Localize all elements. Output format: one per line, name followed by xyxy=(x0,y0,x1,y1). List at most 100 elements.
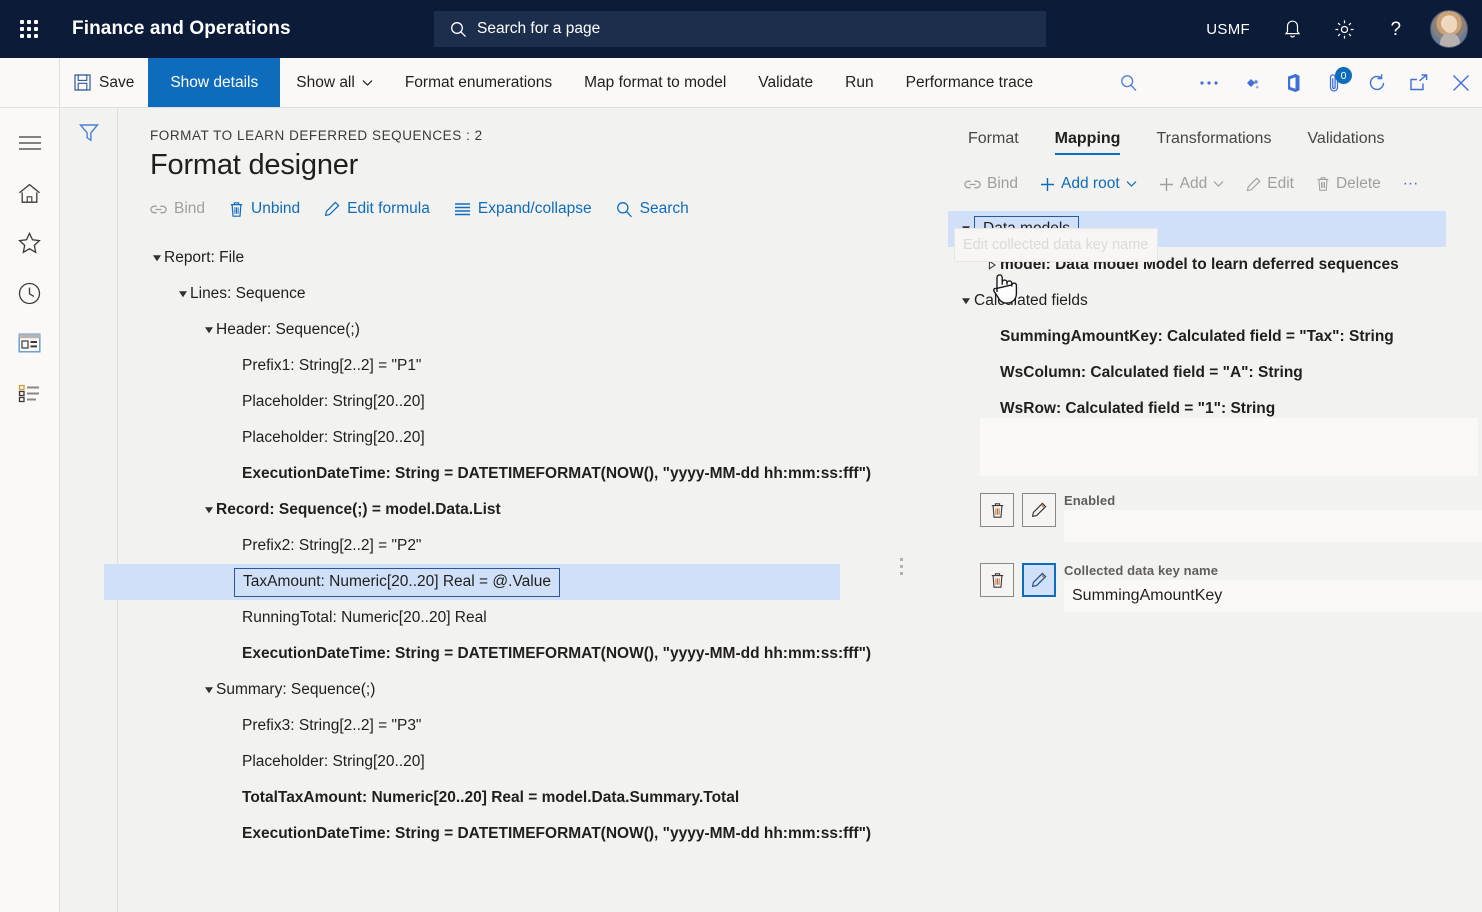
edit-formula-button[interactable]: Edit formula xyxy=(324,200,430,218)
content-area: FORMAT TO LEARN DEFERRED SEQUENCES : 2 F… xyxy=(118,108,1482,912)
mapping-tree-node[interactable]: SummingAmountKey: Calculated field = "Ta… xyxy=(948,319,1482,355)
overflow-menu-button[interactable] xyxy=(1188,58,1230,108)
show-details-button[interactable]: Show details xyxy=(148,58,280,107)
filter-button[interactable] xyxy=(78,122,100,144)
chevron-down-icon[interactable] xyxy=(958,224,974,234)
mapping-edit-button[interactable]: Edit xyxy=(1236,173,1304,195)
delete-enabled-button[interactable] xyxy=(980,493,1014,527)
settings-button[interactable] xyxy=(1318,0,1370,58)
action-pane-right-icons: 0 xyxy=(1108,58,1482,108)
format-tree-node[interactable]: Placeholder: String[20..20] xyxy=(150,420,940,456)
mapping-tree: Data modelsmodel: Data model Model to le… xyxy=(940,211,1482,427)
format-enumerations-button[interactable]: Format enumerations xyxy=(389,58,568,107)
format-tree-node[interactable]: Prefix2: String[2..2] = "P2" xyxy=(150,528,940,564)
tab-format[interactable]: Format xyxy=(950,122,1037,155)
tree-search-button[interactable]: Search xyxy=(616,200,689,218)
search-input[interactable] xyxy=(477,20,1017,38)
chevron-right-icon[interactable] xyxy=(984,260,1000,270)
office-button[interactable] xyxy=(1272,58,1314,108)
office-icon xyxy=(1284,73,1302,93)
avatar[interactable] xyxy=(1430,10,1468,48)
mapping-tree-node-selected[interactable]: Data models xyxy=(948,211,1446,247)
format-tree-node[interactable]: ExecutionDateTime: String = DATETIMEFORM… xyxy=(150,636,940,672)
mapping-delete-button[interactable]: Delete xyxy=(1306,173,1391,195)
chevron-down-icon[interactable] xyxy=(150,253,164,263)
refresh-button[interactable] xyxy=(1356,58,1398,108)
close-button[interactable] xyxy=(1440,58,1482,108)
format-tree-node[interactable]: TotalTaxAmount: Numeric[20..20] Real = m… xyxy=(150,780,940,816)
company-selector[interactable]: USMF xyxy=(1190,0,1266,58)
format-tree-node-label: ExecutionDateTime: String = DATETIMEFORM… xyxy=(242,645,871,663)
open-in-new-window-button[interactable] xyxy=(1398,58,1440,108)
global-search[interactable] xyxy=(434,11,1046,47)
app-launcher-button[interactable] xyxy=(0,0,58,58)
chevron-down-icon[interactable] xyxy=(176,289,190,299)
unbind-button[interactable]: Unbind xyxy=(229,200,300,218)
mapping-bind-button[interactable]: Bind xyxy=(954,173,1028,195)
expand-collapse-button[interactable]: Expand/collapse xyxy=(454,200,592,218)
format-tree-node[interactable]: Prefix3: String[2..2] = "P3" xyxy=(150,708,940,744)
mapping-tree-node[interactable]: model: Data model Model to learn deferre… xyxy=(948,247,1482,283)
sidebar-item-home[interactable] xyxy=(0,168,60,218)
pencil-icon xyxy=(324,201,340,217)
format-tree-node[interactable]: Record: Sequence(;) = model.Data.List xyxy=(150,492,940,528)
bind-button[interactable]: Bind xyxy=(150,200,205,218)
format-tree-node[interactable]: Report: File xyxy=(150,240,940,276)
notifications-button[interactable] xyxy=(1266,0,1318,58)
run-button[interactable]: Run xyxy=(829,58,889,107)
mapping-tree-node[interactable]: Calculated fields xyxy=(948,283,1482,319)
enabled-input[interactable] xyxy=(1064,510,1482,542)
sidebar-item-hamburger[interactable] xyxy=(0,118,60,168)
expand-collapse-label: Expand/collapse xyxy=(478,200,592,218)
format-tree-node[interactable]: Prefix1: String[2..2] = "P1" xyxy=(150,348,940,384)
chevron-down-icon[interactable] xyxy=(202,325,216,335)
format-tree-node[interactable]: RunningTotal: Numeric[20..20] Real xyxy=(150,600,940,636)
find-button[interactable] xyxy=(1108,58,1150,108)
performance-trace-button[interactable]: Performance trace xyxy=(890,58,1050,107)
format-tree-node-label: Placeholder: String[20..20] xyxy=(242,753,425,771)
format-tree-node-selected[interactable]: TaxAmount: Numeric[20..20] Real = @.Valu… xyxy=(104,564,840,600)
mapping-tabs: FormatMappingTransformationsValidations xyxy=(940,122,1482,155)
format-tree-node-label: Summary: Sequence(;) xyxy=(216,681,375,699)
chevron-down-icon[interactable] xyxy=(202,685,216,695)
search-icon xyxy=(450,21,467,38)
format-tree-node-label: Report: File xyxy=(164,249,244,267)
unbind-label: Unbind xyxy=(251,200,300,218)
mapping-overflow-button[interactable]: ··· xyxy=(1393,173,1429,195)
sidebar-item-favorites[interactable] xyxy=(0,218,60,268)
edit-collected-data-key-button[interactable] xyxy=(1022,563,1056,597)
attachments-button[interactable]: 0 xyxy=(1314,58,1356,108)
format-tree-node[interactable]: Header: Sequence(;) xyxy=(150,312,940,348)
mapping-tree-node[interactable]: WsColumn: Calculated field = "A": String xyxy=(948,355,1482,391)
tab-mapping[interactable]: Mapping xyxy=(1037,122,1139,155)
format-tree-node[interactable]: ExecutionDateTime: String = DATETIMEFORM… xyxy=(150,816,940,852)
edit-enabled-button[interactable] xyxy=(1022,493,1056,527)
mapping-add-button[interactable]: Add xyxy=(1149,173,1235,195)
format-tree-node[interactable]: Lines: Sequence xyxy=(150,276,940,312)
power-apps-button[interactable] xyxy=(1230,58,1272,108)
tab-validations[interactable]: Validations xyxy=(1289,122,1402,155)
sidebar-item-workspaces[interactable] xyxy=(0,318,60,368)
validate-button[interactable]: Validate xyxy=(742,58,829,107)
action-pane: Save Show details Show all Format enumer… xyxy=(0,58,1482,108)
mapping-add-root-button[interactable]: Add root xyxy=(1030,173,1147,195)
home-icon xyxy=(18,183,41,204)
chevron-down-icon[interactable] xyxy=(958,296,974,306)
sidebar-item-recent[interactable] xyxy=(0,268,60,318)
save-button[interactable]: Save xyxy=(60,58,148,107)
format-tree-node-label: Record: Sequence(;) = model.Data.List xyxy=(216,501,501,519)
chevron-down-icon[interactable] xyxy=(202,505,216,515)
help-button[interactable]: ? xyxy=(1370,0,1422,58)
tab-transformations[interactable]: Transformations xyxy=(1138,122,1289,155)
collected-data-key-name-input[interactable] xyxy=(1064,580,1482,612)
show-all-dropdown[interactable]: Show all xyxy=(280,58,389,107)
delete-collected-data-key-button[interactable] xyxy=(980,563,1014,597)
map-format-to-model-button[interactable]: Map format to model xyxy=(568,58,742,107)
format-tree-node[interactable]: Summary: Sequence(;) xyxy=(150,672,940,708)
pane-splitter[interactable] xyxy=(900,558,903,575)
format-tree-node[interactable]: Placeholder: String[20..20] xyxy=(150,384,940,420)
format-tree-node[interactable]: Placeholder: String[20..20] xyxy=(150,744,940,780)
format-tree-node[interactable]: ExecutionDateTime: String = DATETIMEFORM… xyxy=(150,456,940,492)
sidebar-item-list[interactable] xyxy=(0,368,60,418)
format-command-bar: Bind Unbind Edit formula xyxy=(150,200,940,218)
